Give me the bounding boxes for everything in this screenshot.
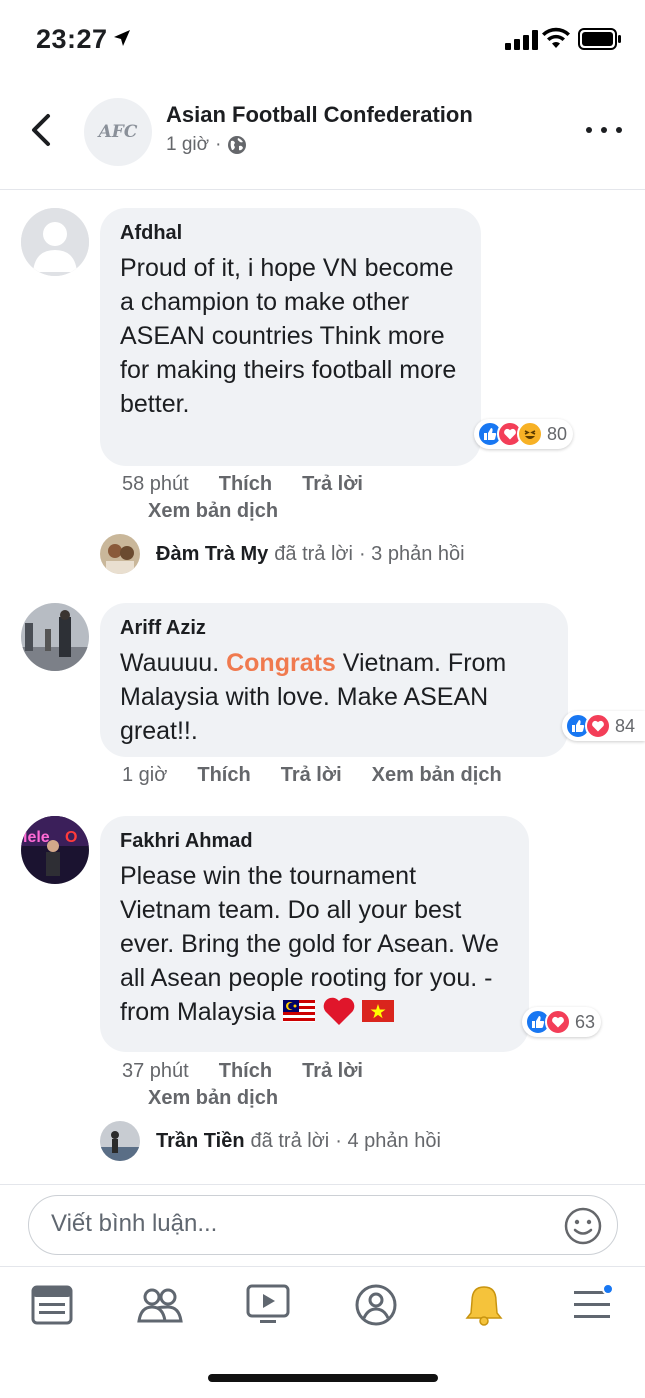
afc-logo: AFC: [98, 122, 138, 142]
replier-avatar: [100, 534, 140, 574]
more-dot-icon: [586, 127, 592, 133]
tab-friends[interactable]: [134, 1279, 186, 1331]
reaction-count: 63: [575, 1011, 596, 1032]
comment-text-start: Wauuuu.: [120, 649, 220, 677]
watch-icon: [246, 1284, 290, 1323]
comment-text: Please win the tournament Vietnam team. …: [120, 859, 509, 1029]
replier-avatar: [100, 1121, 140, 1161]
reaction-summary[interactable]: 84: [562, 711, 645, 741]
comment-author[interactable]: Ariff Aziz: [120, 617, 548, 640]
more-dot-icon: [601, 127, 607, 133]
replier-name: Trần Tiền: [156, 1129, 245, 1152]
location-arrow-icon: [114, 30, 130, 46]
comment-composer[interactable]: [28, 1195, 618, 1255]
commenter-avatar[interactable]: [21, 208, 89, 276]
bottom-tab-bar: [0, 1266, 645, 1346]
like-button[interactable]: Thích: [219, 1060, 272, 1083]
notification-dot: [602, 1283, 614, 1295]
default-profile-icon: [21, 208, 89, 276]
love-icon: [585, 713, 611, 739]
more-dot-icon: [616, 127, 622, 133]
reply-button[interactable]: Trả lời: [302, 473, 363, 496]
tab-notifications[interactable]: [458, 1279, 510, 1331]
post-meta: 1 giờ ·: [166, 134, 247, 156]
vietnam-flag-icon: [362, 1000, 395, 1022]
commenter-avatar[interactable]: [21, 603, 89, 671]
svg-text:lele: lele: [23, 829, 50, 846]
status-time: 23:27: [36, 24, 108, 54]
comment-bubble[interactable]: Fakhri Ahmad Please win the tournament V…: [100, 816, 529, 1052]
globe-icon: [228, 136, 247, 154]
home-indicator: [208, 1374, 438, 1382]
reply-count: · 4 phản hồi: [335, 1129, 441, 1152]
wifi-icon: [542, 27, 570, 48]
reply-action-text: đã trả lời: [250, 1129, 330, 1152]
comment-input[interactable]: [51, 1210, 531, 1238]
comment-time: 58 phút: [122, 473, 189, 495]
reply-button[interactable]: Trả lời: [281, 764, 342, 787]
reply-action-text: đã trả lời: [274, 542, 353, 565]
comment-bubble[interactable]: Afdhal Proud of it, i hope VN become a c…: [100, 208, 481, 466]
comment-text: Wauuuu. Congrats Vietnam. From Malaysia …: [120, 646, 548, 748]
comment-highlight-word: Congrats: [226, 649, 336, 677]
reply-summary[interactable]: Trần Tiền đã trả lời · 4 phản hồi: [100, 1121, 441, 1161]
status-bar: 23:27: [0, 0, 645, 80]
comment-time: 37 phút: [122, 1060, 189, 1082]
replier-name: Đàm Trà My: [156, 542, 269, 565]
more-options-button[interactable]: [586, 118, 622, 142]
tab-news-feed[interactable]: [26, 1279, 78, 1331]
see-translation-link[interactable]: Xem bản dịch: [148, 1087, 278, 1110]
reaction-count: 80: [547, 423, 568, 444]
tab-profile[interactable]: [350, 1279, 402, 1331]
comment-text: Proud of it, i hope VN become a champion…: [120, 254, 457, 418]
comment-author[interactable]: Afdhal: [120, 222, 461, 245]
tab-watch[interactable]: [242, 1279, 294, 1331]
back-button[interactable]: [24, 108, 58, 152]
chevron-left-icon: [32, 114, 50, 146]
red-heart-icon: [323, 997, 354, 1025]
like-button[interactable]: Thích: [219, 473, 272, 496]
svg-text:O: O: [65, 829, 77, 846]
reply-summary[interactable]: Đàm Trà My đã trả lời · 3 phản hồi: [100, 534, 465, 574]
comment-author[interactable]: Fakhri Ahmad: [120, 830, 509, 853]
emoji-icon[interactable]: [563, 1206, 603, 1246]
tab-menu[interactable]: [566, 1279, 618, 1331]
cellular-signal-icon: [505, 30, 538, 50]
battery-icon: [578, 28, 621, 50]
see-translation-link[interactable]: Xem bản dịch: [372, 764, 502, 787]
haha-icon: [517, 421, 543, 447]
commenter-avatar[interactable]: lele O: [21, 816, 89, 884]
malaysia-flag-icon: [282, 1000, 315, 1022]
comment-actions: 37 phút Thích Trả lời: [122, 1060, 363, 1083]
friends-icon: [137, 1288, 183, 1323]
post-time: 1 giờ: [166, 134, 210, 155]
profile-icon: [355, 1284, 397, 1326]
page-avatar[interactable]: AFC: [84, 98, 152, 166]
meta-separator: ·: [215, 134, 222, 155]
reaction-summary[interactable]: 80: [474, 419, 574, 449]
like-button[interactable]: Thích: [197, 764, 250, 787]
comment-time: 1 giờ: [122, 764, 168, 786]
love-icon: [545, 1009, 571, 1035]
page-title[interactable]: Asian Football Confederation: [166, 102, 473, 128]
reply-button[interactable]: Trả lời: [302, 1060, 363, 1083]
comment-composer-bar: [0, 1184, 645, 1266]
notifications-icon: [465, 1286, 503, 1326]
see-translation-link[interactable]: Xem bản dịch: [148, 500, 278, 523]
news-feed-icon: [31, 1285, 73, 1325]
reaction-summary[interactable]: 63: [522, 1007, 602, 1037]
comment-bubble[interactable]: Ariff Aziz Wauuuu. Congrats Vietnam. Fro…: [100, 603, 568, 757]
comment-actions: 1 giờ Thích Trả lời Xem bản dịch: [122, 764, 502, 787]
reaction-count: 84: [615, 715, 636, 736]
post-header: AFC Asian Football Confederation 1 giờ ·: [0, 80, 645, 190]
reply-count: · 3 phản hồi: [358, 542, 465, 565]
comment-actions: 58 phút Thích Trả lời: [122, 473, 363, 496]
